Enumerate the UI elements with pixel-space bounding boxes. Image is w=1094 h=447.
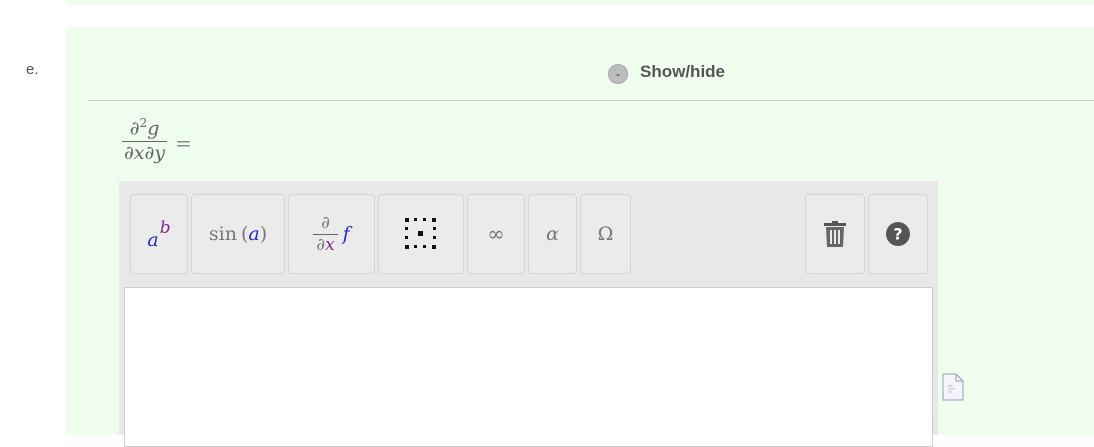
- show-hide-toggle[interactable]: - Show/hide: [608, 60, 725, 84]
- derivative-partial: ∂: [316, 234, 326, 255]
- equals-sign: =: [175, 131, 192, 155]
- derivative-button[interactable]: ∂ ∂x f: [288, 194, 375, 274]
- partial-fraction: ∂2g ∂x∂y: [122, 116, 168, 165]
- greek-symbol: α: [546, 223, 559, 245]
- power-button[interactable]: ab: [130, 194, 188, 274]
- function-button[interactable]: sin(a): [191, 194, 285, 274]
- derivative-denominator: ∂x: [313, 235, 337, 255]
- help-button[interactable]: ?: [868, 194, 928, 274]
- derivative-numerator: ∂: [321, 213, 330, 234]
- function-open-paren: (: [240, 223, 249, 245]
- function-name: sin: [208, 223, 237, 245]
- previous-part-panel: [66, 0, 1094, 5]
- power-exponent: b: [159, 218, 171, 238]
- derivative-variable: x: [325, 234, 335, 255]
- question-panel: - Show/hide ∂2g ∂x∂y = ab sin(a) ∂ ∂x f: [66, 27, 1094, 447]
- matrix-icon: [405, 218, 436, 249]
- math-editor: ab sin(a) ∂ ∂x f ∞ α Ω ?: [119, 181, 938, 447]
- divider: [88, 100, 1094, 101]
- numerator-variable: g: [147, 117, 160, 140]
- answer-input[interactable]: [124, 287, 933, 447]
- power-base: a: [147, 229, 159, 251]
- function-close-paren: ): [259, 223, 268, 245]
- fraction-denominator: ∂x∂y: [124, 142, 166, 165]
- infinity-button[interactable]: ∞: [467, 194, 525, 274]
- file-icon[interactable]: [942, 373, 964, 401]
- help-glyph: ?: [893, 225, 902, 244]
- symbols-button[interactable]: Ω: [580, 194, 631, 274]
- delete-button[interactable]: [805, 194, 865, 274]
- help-circle-icon: ?: [886, 222, 910, 246]
- partial-symbol: ∂: [129, 117, 140, 140]
- greek-button[interactable]: α: [528, 194, 577, 274]
- fraction-numerator: ∂2g: [128, 116, 162, 141]
- function-argument: a: [248, 223, 260, 245]
- show-hide-label[interactable]: Show/hide: [640, 62, 725, 82]
- matrix-button[interactable]: [378, 194, 464, 274]
- part-label: e.: [26, 61, 39, 78]
- derivative-function: f: [342, 223, 350, 245]
- collapse-icon[interactable]: -: [608, 64, 628, 84]
- trash-icon: [824, 221, 846, 247]
- derivative-fraction: ∂ ∂x: [313, 213, 338, 255]
- question-expression: ∂2g ∂x∂y =: [122, 116, 192, 165]
